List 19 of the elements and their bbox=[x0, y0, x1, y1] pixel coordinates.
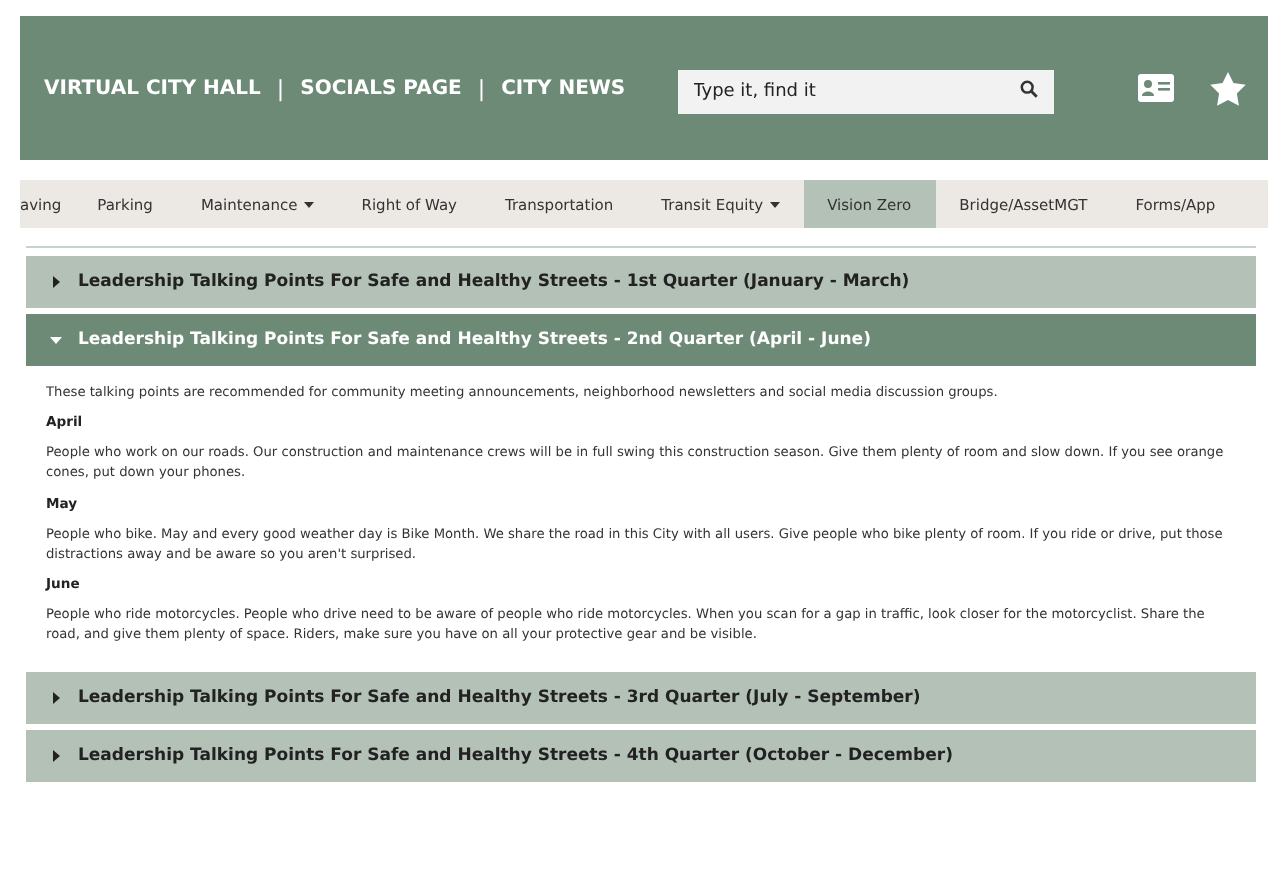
header-link[interactable]: SOCIALS PAGE bbox=[300, 77, 462, 99]
accordion-header[interactable]: Leadership Talking Points For Safe and Healthy Streets - 1st Quarter (January - March) bbox=[26, 256, 1256, 308]
caret-icon bbox=[50, 749, 62, 762]
contact-card-icon[interactable] bbox=[1137, 74, 1174, 102]
separator: | bbox=[276, 75, 285, 101]
caret-icon bbox=[769, 201, 780, 207]
search-icon[interactable] bbox=[1019, 80, 1038, 98]
star-icon[interactable] bbox=[1209, 71, 1246, 105]
search-field[interactable]: Type it, find it bbox=[677, 70, 1054, 114]
header-link[interactable]: CITY NEWS bbox=[501, 77, 626, 99]
header-link[interactable]: VIRTUAL CITY HALL bbox=[44, 77, 261, 99]
accordion-header[interactable]: Leadership Talking Points For Safe and Healthy Streets - 3rd Quarter (July - September) bbox=[26, 671, 1256, 724]
separator: | bbox=[477, 75, 486, 101]
accordion-header[interactable]: Leadership Talking Points For Safe and Healthy Streets - 2nd Quarter (April - June) bbox=[26, 314, 1256, 366]
caret-icon bbox=[50, 276, 62, 288]
caret-icon bbox=[50, 334, 62, 346]
accordion-header[interactable]: Leadership Talking Points For Safe and Healthy Streets - 4th Quarter (October - December) bbox=[26, 729, 1256, 782]
caret-icon bbox=[303, 201, 314, 207]
caret-icon bbox=[50, 691, 62, 704]
